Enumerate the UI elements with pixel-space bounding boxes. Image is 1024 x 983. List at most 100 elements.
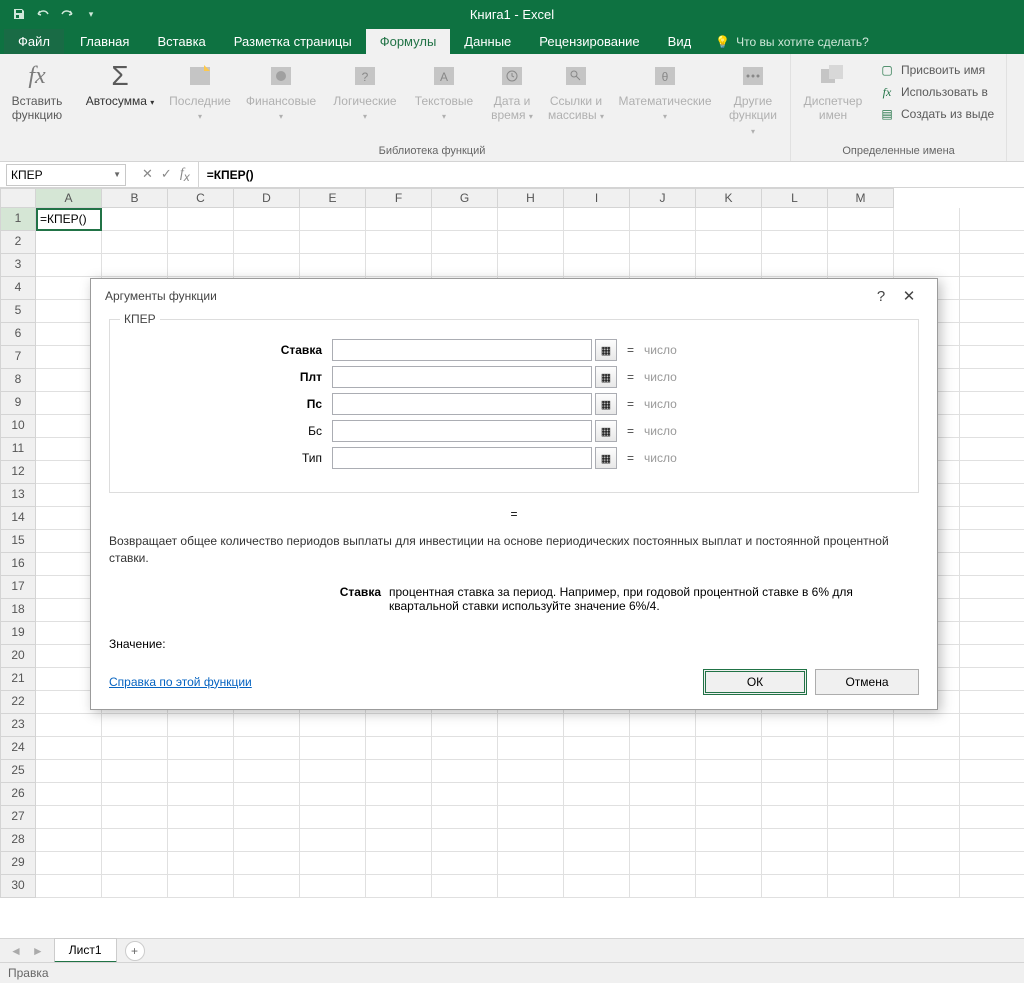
fx-button-icon[interactable]: fx xyxy=(180,166,190,184)
cell[interactable] xyxy=(36,783,102,806)
row-header[interactable]: 22 xyxy=(0,691,36,714)
cell[interactable] xyxy=(564,231,630,254)
cell[interactable] xyxy=(894,760,960,783)
cell[interactable] xyxy=(498,737,564,760)
cell[interactable] xyxy=(762,760,828,783)
tab-review[interactable]: Рецензирование xyxy=(525,29,653,54)
tab-formulas[interactable]: Формулы xyxy=(366,29,451,54)
cell[interactable] xyxy=(168,852,234,875)
date-button[interactable]: Дата и время ▾ xyxy=(482,56,542,127)
cell[interactable] xyxy=(960,829,1024,852)
cell[interactable] xyxy=(894,852,960,875)
row-header[interactable]: 11 xyxy=(0,438,36,461)
select-all-corner[interactable] xyxy=(0,188,36,208)
row-header[interactable]: 24 xyxy=(0,737,36,760)
cell[interactable] xyxy=(498,760,564,783)
cell[interactable] xyxy=(432,760,498,783)
cell[interactable] xyxy=(300,714,366,737)
cell[interactable] xyxy=(630,783,696,806)
tab-insert[interactable]: Вставка xyxy=(143,29,219,54)
range-selector-icon[interactable]: ▦ xyxy=(595,447,617,469)
cell[interactable] xyxy=(960,783,1024,806)
row-header[interactable]: 5 xyxy=(0,300,36,323)
range-selector-icon[interactable]: ▦ xyxy=(595,393,617,415)
tab-view[interactable]: Вид xyxy=(654,29,706,54)
cell[interactable] xyxy=(300,208,366,231)
arg-input-Плт[interactable] xyxy=(332,366,592,388)
cell[interactable] xyxy=(828,714,894,737)
cell[interactable] xyxy=(168,829,234,852)
cell[interactable] xyxy=(960,300,1024,323)
tell-me-search[interactable]: 💡 Что вы хотите сделать? xyxy=(705,30,879,54)
ok-button[interactable]: ОК xyxy=(703,669,807,695)
cell[interactable] xyxy=(696,760,762,783)
cell[interactable] xyxy=(36,829,102,852)
cell[interactable] xyxy=(630,231,696,254)
cell[interactable] xyxy=(498,806,564,829)
cell[interactable] xyxy=(300,829,366,852)
cell[interactable] xyxy=(960,254,1024,277)
cell[interactable] xyxy=(696,231,762,254)
cell[interactable] xyxy=(366,852,432,875)
cell[interactable] xyxy=(630,737,696,760)
row-header[interactable]: 3 xyxy=(0,254,36,277)
cell[interactable] xyxy=(564,760,630,783)
row-header[interactable]: 8 xyxy=(0,369,36,392)
cell[interactable] xyxy=(696,806,762,829)
next-sheet-icon[interactable]: ► xyxy=(32,944,44,958)
cell[interactable] xyxy=(828,231,894,254)
lookup-button[interactable]: Ссылки и массивы ▾ xyxy=(542,56,610,127)
cell[interactable] xyxy=(960,714,1024,737)
cell[interactable] xyxy=(630,208,696,231)
col-header[interactable]: A xyxy=(36,188,102,208)
cell[interactable] xyxy=(102,714,168,737)
redo-icon[interactable] xyxy=(56,3,78,25)
cell[interactable] xyxy=(762,783,828,806)
cell[interactable] xyxy=(960,507,1024,530)
cell[interactable] xyxy=(366,875,432,898)
cell[interactable] xyxy=(564,208,630,231)
col-header[interactable]: M xyxy=(828,188,894,208)
cell[interactable] xyxy=(960,438,1024,461)
cell[interactable] xyxy=(432,254,498,277)
cell[interactable] xyxy=(960,553,1024,576)
cell[interactable] xyxy=(828,829,894,852)
cell[interactable] xyxy=(828,737,894,760)
cell[interactable] xyxy=(960,415,1024,438)
cell[interactable] xyxy=(894,806,960,829)
row-header[interactable]: 12 xyxy=(0,461,36,484)
cell[interactable] xyxy=(696,737,762,760)
namebox-dropdown-icon[interactable]: ▼ xyxy=(113,170,121,179)
financial-button[interactable]: Финансовые ▾ xyxy=(238,56,324,127)
tab-data[interactable]: Данные xyxy=(450,29,525,54)
cell[interactable] xyxy=(564,852,630,875)
cell[interactable] xyxy=(960,875,1024,898)
cell[interactable] xyxy=(960,852,1024,875)
row-header[interactable]: 16 xyxy=(0,553,36,576)
cell[interactable] xyxy=(300,760,366,783)
cell[interactable] xyxy=(300,875,366,898)
row-header[interactable]: 28 xyxy=(0,829,36,852)
cell[interactable] xyxy=(762,231,828,254)
cell[interactable] xyxy=(168,208,234,231)
arg-input-Бс[interactable] xyxy=(332,420,592,442)
cell[interactable] xyxy=(432,852,498,875)
cell[interactable] xyxy=(630,875,696,898)
tab-home[interactable]: Главная xyxy=(66,29,143,54)
enter-formula-icon[interactable]: ✓ xyxy=(161,166,172,184)
cell[interactable] xyxy=(960,760,1024,783)
cell[interactable] xyxy=(960,599,1024,622)
cell[interactable] xyxy=(168,783,234,806)
math-button[interactable]: θ Математические ▾ xyxy=(610,56,720,127)
cell[interactable] xyxy=(960,691,1024,714)
text-button[interactable]: A Текстовые ▾ xyxy=(406,56,482,127)
cell[interactable] xyxy=(828,760,894,783)
cell[interactable] xyxy=(36,852,102,875)
cell[interactable] xyxy=(36,737,102,760)
arg-input-Ставка[interactable] xyxy=(332,339,592,361)
cell[interactable] xyxy=(234,806,300,829)
cell[interactable] xyxy=(894,783,960,806)
row-header[interactable]: 6 xyxy=(0,323,36,346)
cell[interactable] xyxy=(696,208,762,231)
undo-icon[interactable] xyxy=(32,3,54,25)
